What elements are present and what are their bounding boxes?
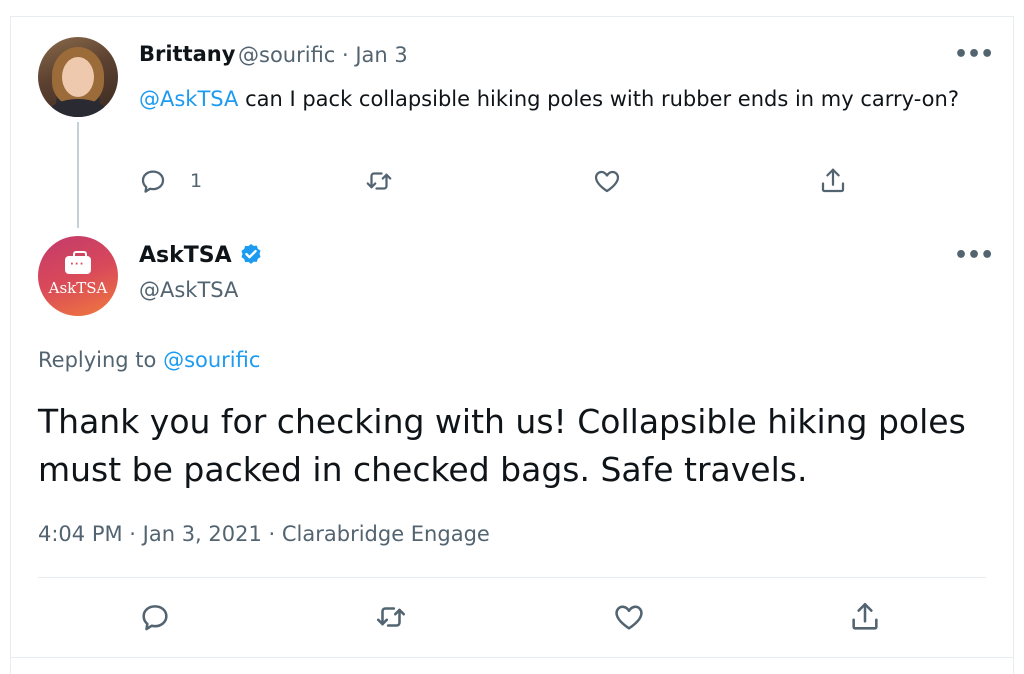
parent-tweet-text: @AskTSA can I pack collapsible hiking po… <box>139 82 969 116</box>
verified-badge-icon <box>241 243 261 264</box>
avatar-label: AskTSA <box>48 278 108 297</box>
reply-icon <box>142 605 168 631</box>
replying-mention-link[interactable]: @sourific <box>163 348 260 372</box>
share-button[interactable] <box>818 166 848 196</box>
retweet-icon <box>376 607 406 627</box>
reply-author-name[interactable]: AskTSA <box>139 243 232 268</box>
like-icon <box>615 605 643 630</box>
reply-count: 1 <box>190 170 203 192</box>
parent-author-name[interactable]: Brittany <box>139 42 235 66</box>
share-icon <box>852 602 878 630</box>
reply-timestamp[interactable]: 4:04 PM · Jan 3, 2021 · Clarabridge Enga… <box>38 522 490 546</box>
reply-actions-bar <box>38 600 986 640</box>
retweet-button-2[interactable] <box>374 600 408 634</box>
chat-bag-icon: ··· <box>65 250 91 274</box>
like-button-2[interactable] <box>612 600 646 634</box>
retweet-button[interactable] <box>364 166 394 196</box>
retweet-icon <box>366 172 392 190</box>
parent-tweet-body: can I pack collapsible hiking poles with… <box>238 87 959 111</box>
reply-button-2[interactable] <box>138 600 172 634</box>
parent-handle-date[interactable]: @sourific · Jan 3 <box>238 43 408 67</box>
replying-prefix: Replying to <box>38 348 164 372</box>
avatar-brittany[interactable] <box>38 37 118 117</box>
avatar-asktsa[interactable]: ··· AskTSA <box>38 236 118 316</box>
reply-button[interactable]: 1 <box>138 166 202 196</box>
like-button[interactable] <box>592 166 622 196</box>
reply-tweet-text: Thank you for checking with us! Collapsi… <box>38 402 966 489</box>
thread-connector-line <box>77 122 79 228</box>
share-button-2[interactable] <box>848 600 882 634</box>
share-icon <box>821 168 845 193</box>
reply-icon <box>141 170 165 193</box>
parent-actions-bar: 1 <box>138 166 858 198</box>
like-icon <box>594 170 620 193</box>
parent-more-icon[interactable]: ••• <box>954 42 994 67</box>
bottom-divider <box>10 657 1014 658</box>
reply-handle[interactable]: @AskTSA <box>139 278 238 302</box>
divider <box>38 577 986 578</box>
replying-to: Replying to @sourific <box>38 348 260 372</box>
reply-author[interactable]: AskTSA <box>139 242 264 268</box>
mention-link[interactable]: @AskTSA <box>139 87 238 111</box>
reply-more-icon[interactable]: ••• <box>954 243 994 268</box>
